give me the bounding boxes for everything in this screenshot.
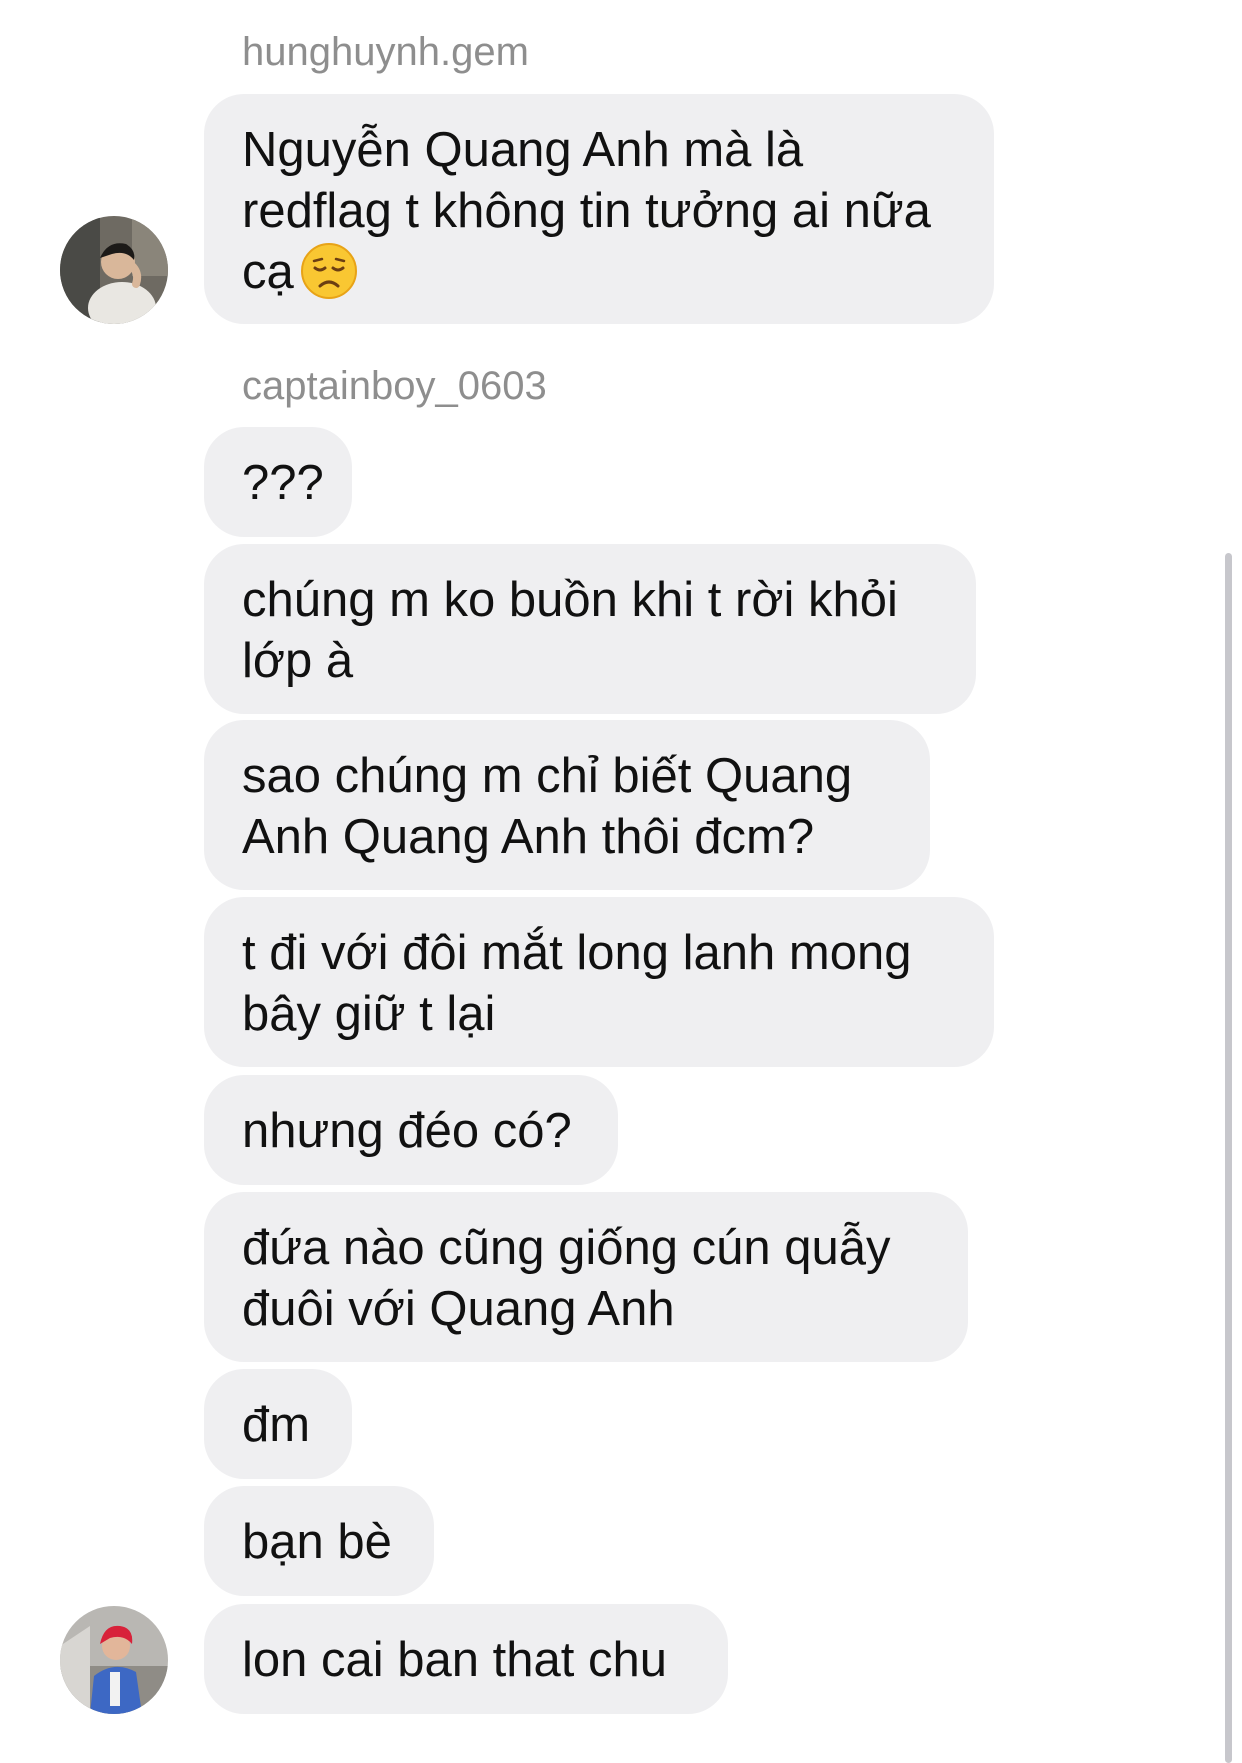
message-text-line: redflag t không tin tưởng ai nữa [242, 184, 931, 238]
sender-name[interactable]: captainboy_0603 [242, 362, 547, 410]
message-thread: hunghuynh.gem Nguyễn Quang Anh mà là red… [0, 0, 1242, 1763]
message-text-line: sao chúng m chỉ biết Quang [242, 749, 853, 803]
message-text-line: ??? [242, 456, 324, 510]
message-text-line: Nguyễn Quang Anh mà là [242, 123, 804, 177]
message-bubble[interactable]: đứa nào cũng giống cún quẫy đuôi với Qua… [204, 1192, 968, 1362]
sender-name[interactable]: hunghuynh.gem [242, 28, 529, 76]
message-text-line: bạn bè [242, 1515, 392, 1569]
message-bubble[interactable]: chúng m ko buồn khi t rời khỏi lớp à [204, 544, 976, 714]
message-bubble[interactable]: t đi với đôi mắt long lanh mong bây giữ … [204, 897, 994, 1067]
profile-photo-avatar[interactable] [60, 1606, 168, 1714]
message-text-line: chúng m ko buồn khi t rời khỏi [242, 573, 898, 627]
message-text-line: bây giữ t lại [242, 987, 496, 1041]
message-text-line: Anh Quang Anh thôi đcm? [242, 810, 815, 864]
message-text-line: t đi với đôi mắt long lanh mong [242, 926, 912, 980]
message-text-line: cạ [242, 245, 294, 299]
message-text-line: đm [242, 1398, 311, 1452]
message-bubble[interactable]: ??? [204, 427, 352, 537]
message-text-line: nhưng đéo có? [242, 1104, 572, 1158]
profile-photo-avatar[interactable] [60, 216, 168, 324]
message-bubble[interactable]: Nguyễn Quang Anh mà là redflag t không t… [204, 94, 994, 324]
message-text-line: lon cai ban that chu [242, 1633, 667, 1687]
message-bubble[interactable]: lon cai ban that chu [204, 1604, 728, 1714]
message-bubble[interactable]: nhưng đéo có? [204, 1075, 618, 1185]
message-text-last-line: cạ [242, 242, 956, 303]
scrollbar[interactable] [1225, 553, 1232, 1763]
message-text-line: đuôi với Quang Anh [242, 1282, 675, 1336]
message-bubble[interactable]: bạn bè [204, 1486, 434, 1596]
message-text-line: lớp à [242, 634, 354, 688]
disappointed-face-emoji [300, 242, 358, 300]
message-bubble[interactable]: sao chúng m chỉ biết Quang Anh Quang Anh… [204, 720, 930, 890]
message-bubble[interactable]: đm [204, 1369, 352, 1479]
message-text-line: đứa nào cũng giống cún quẫy [242, 1221, 891, 1275]
